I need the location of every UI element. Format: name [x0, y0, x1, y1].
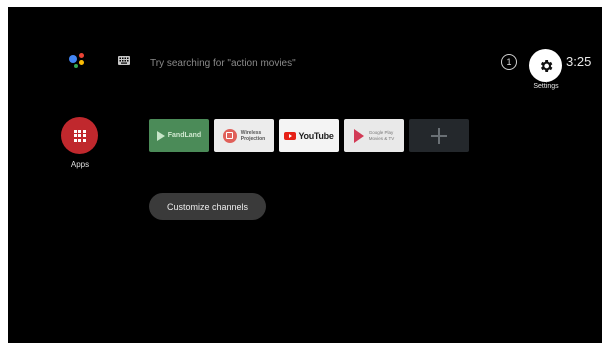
- app-tile-label: FandLand: [167, 132, 202, 139]
- fandland-logo-icon: [156, 130, 165, 141]
- add-app-tile[interactable]: [409, 119, 469, 152]
- assistant-dot-blue: [69, 55, 77, 63]
- apps-button[interactable]: [61, 117, 98, 154]
- app-tile-label: YouTube: [298, 130, 334, 141]
- settings-label: Settings: [533, 83, 559, 90]
- cast-icon: [222, 128, 237, 143]
- keyboard-icon[interactable]: [118, 56, 130, 65]
- app-tile-label-line2: Movies & TV: [368, 135, 395, 141]
- app-tile-fandland[interactable]: FandLand: [149, 119, 209, 152]
- gear-icon: [540, 59, 552, 72]
- app-tile-label-line2: Projection: [240, 135, 266, 142]
- apps-grid-icon: [73, 129, 86, 142]
- youtube-play-icon: [284, 131, 297, 140]
- app-tile-label-line1: Google Play: [368, 129, 394, 135]
- assistant-dot-red: [79, 53, 84, 58]
- search-hint[interactable]: Try searching for "action movies": [150, 58, 296, 69]
- plus-icon: [431, 127, 447, 144]
- app-tile-google-play-movies[interactable]: Google Play Movies & TV: [344, 119, 404, 152]
- tv-home-screen: Try searching for "action movies" 1 Sett…: [8, 7, 602, 343]
- app-tile-wireless-projection[interactable]: Wireless Projection: [214, 119, 274, 152]
- apps-label: Apps: [70, 160, 90, 169]
- customize-channels-button[interactable]: Customize channels: [149, 193, 266, 220]
- settings-button[interactable]: [529, 49, 562, 82]
- google-assistant-icon[interactable]: [69, 53, 89, 73]
- google-play-icon: [353, 128, 364, 143]
- assistant-dot-green: [74, 64, 78, 68]
- notification-count-icon[interactable]: 1: [501, 54, 517, 70]
- clock: 3:25: [566, 54, 592, 69]
- app-tile-youtube[interactable]: YouTube: [279, 119, 339, 152]
- assistant-dot-yellow: [79, 60, 84, 65]
